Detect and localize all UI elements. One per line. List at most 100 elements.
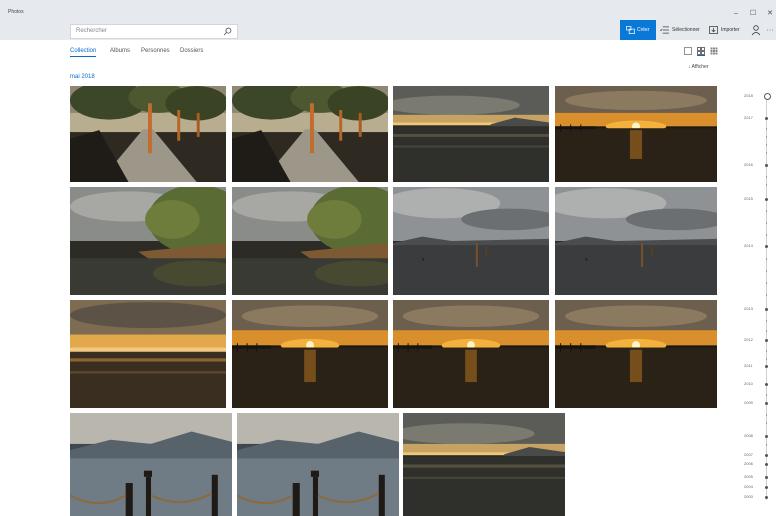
- timeline-year[interactable]: 2006: [744, 461, 753, 466]
- timeline-year[interactable]: 2008: [744, 433, 753, 438]
- tab-dossiers[interactable]: Dossiers: [180, 48, 203, 56]
- timeline-tick: [766, 144, 767, 146]
- search-icon[interactable]: [223, 27, 232, 36]
- photo-image: [70, 413, 232, 516]
- create-icon: [626, 26, 635, 34]
- photo-thumbnail[interactable]: [70, 86, 226, 182]
- minimize-button[interactable]: –: [729, 9, 743, 19]
- timeline-handle[interactable]: [764, 93, 771, 100]
- timeline-tick: [766, 444, 767, 446]
- photo-thumbnail[interactable]: [555, 187, 717, 295]
- photo-thumbnail[interactable]: [403, 413, 565, 516]
- photo-thumbnail[interactable]: [555, 86, 717, 182]
- people-icon[interactable]: [751, 24, 763, 36]
- photo-thumbnail[interactable]: [70, 300, 226, 408]
- timeline-marker: [765, 383, 768, 386]
- create-button[interactable]: Créer: [620, 20, 656, 40]
- timeline-year[interactable]: 2013: [744, 306, 753, 311]
- photo-image: [393, 86, 549, 182]
- timeline-marker: [765, 496, 768, 499]
- timeline-year[interactable]: 2005: [744, 474, 753, 479]
- timeline-marker: [765, 476, 768, 479]
- tab-collection[interactable]: Collection: [70, 48, 97, 57]
- timeline-year[interactable]: 2017: [744, 115, 753, 120]
- timeline-year[interactable]: 2004: [744, 484, 753, 489]
- photo-image: [70, 300, 226, 408]
- photo-image: [393, 187, 549, 295]
- tab-albums[interactable]: Albums: [110, 48, 130, 56]
- search-placeholder: Rechercher: [76, 28, 108, 34]
- timeline-tick: [766, 422, 767, 424]
- photo-image: [232, 187, 388, 295]
- photo-thumbnail[interactable]: [393, 300, 549, 408]
- photo-thumbnail[interactable]: [70, 413, 232, 516]
- timeline-tick: [766, 282, 767, 284]
- photo-thumbnail[interactable]: [237, 413, 399, 516]
- photo-image: [232, 86, 388, 182]
- photo-thumbnail[interactable]: [393, 187, 549, 295]
- timeline-year[interactable]: 2010: [744, 381, 753, 386]
- photo-thumbnail[interactable]: [555, 300, 717, 408]
- app-title: Photos: [8, 9, 24, 15]
- timeline-tick: [766, 152, 767, 154]
- timeline-year[interactable]: 2016: [744, 162, 753, 167]
- timeline-marker: [765, 463, 768, 466]
- timeline-marker: [765, 435, 768, 438]
- maximize-button[interactable]: ☐: [746, 9, 760, 19]
- timeline-tick: [766, 414, 767, 416]
- timeline-marker: [765, 365, 768, 368]
- timeline-tick: [766, 176, 767, 178]
- timeline-marker: [765, 117, 768, 120]
- timeline-tick: [766, 358, 767, 360]
- timeline-tick: [766, 394, 767, 396]
- tab-personnes[interactable]: Personnes: [141, 48, 170, 56]
- photo-image: [555, 86, 717, 182]
- photo-image: [237, 413, 399, 516]
- large-tiles-icon[interactable]: [684, 47, 692, 55]
- photo-thumbnail[interactable]: [232, 86, 388, 182]
- timeline-tick: [766, 270, 767, 272]
- timeline-year[interactable]: 2011: [744, 363, 753, 368]
- timeline-tick: [766, 350, 767, 352]
- medium-tiles-icon[interactable]: [697, 47, 705, 56]
- photo-thumbnail[interactable]: [232, 300, 388, 408]
- search-input[interactable]: Rechercher: [70, 24, 238, 39]
- import-label: Importer: [721, 27, 740, 33]
- timeline-marker: [765, 198, 768, 201]
- photo-image: [555, 300, 717, 408]
- show-label: Afficher: [691, 64, 709, 70]
- timeline-tick: [766, 222, 767, 224]
- timeline-marker: [765, 245, 768, 248]
- timeline-marker: [765, 308, 768, 311]
- small-tiles-icon[interactable]: [710, 47, 718, 55]
- photo-thumbnail[interactable]: [393, 86, 549, 182]
- timeline-tick: [766, 136, 767, 138]
- import-icon: [709, 26, 718, 34]
- timeline-marker: [765, 454, 768, 457]
- photo-image: [555, 187, 717, 295]
- timeline-marker: [765, 339, 768, 342]
- timeline-year[interactable]: 2018: [744, 93, 753, 98]
- timeline-tick: [766, 294, 767, 296]
- photo-image: [403, 413, 565, 516]
- month-header[interactable]: mai 2018: [70, 74, 95, 80]
- photo-thumbnail[interactable]: [232, 187, 388, 295]
- title-bar: Photos – ☐ ✕ Rechercher Créer Sélectionn…: [0, 0, 776, 40]
- photo-thumbnail[interactable]: [70, 187, 226, 295]
- timeline-year[interactable]: 2015: [744, 196, 753, 201]
- timeline-year[interactable]: 2009: [744, 400, 753, 405]
- timeline-track[interactable]: [766, 96, 767, 500]
- close-button[interactable]: ✕: [763, 9, 776, 19]
- photo-image: [232, 300, 388, 408]
- timeline-year[interactable]: 2014: [744, 243, 753, 248]
- timeline-tick: [766, 320, 767, 322]
- show-button[interactable]: ↓ Afficher: [688, 64, 709, 70]
- more-options-button[interactable]: ···: [764, 26, 776, 36]
- timeline-tick: [766, 258, 767, 260]
- create-label: Créer: [637, 27, 650, 33]
- timeline-year[interactable]: 2003: [744, 494, 753, 499]
- timeline-year[interactable]: 2012: [744, 337, 753, 342]
- timeline-tick: [766, 330, 767, 332]
- timeline-year[interactable]: 2007: [744, 452, 753, 457]
- photo-image: [393, 300, 549, 408]
